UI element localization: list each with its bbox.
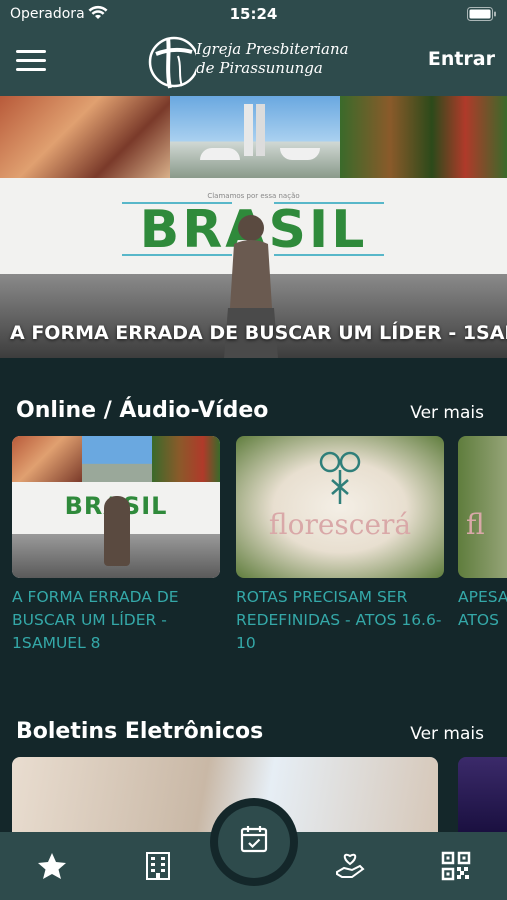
media-card-title: APESA ATOS bbox=[458, 588, 507, 629]
star-icon[interactable] bbox=[36, 850, 68, 882]
indigenous-photo bbox=[152, 436, 220, 482]
bulletin-section-title: Boletins Eletrônicos bbox=[16, 719, 264, 744]
indigenous-photo bbox=[340, 96, 507, 178]
calendar-tab-button[interactable] bbox=[218, 806, 290, 878]
crowd-photo bbox=[0, 96, 170, 178]
calendar-tab-ring bbox=[210, 798, 298, 886]
church-name-line1: Igreja Presbiteriana bbox=[196, 40, 349, 58]
church-emblem-icon bbox=[148, 36, 196, 89]
church-name: Igreja Presbiteriana de Pirassununga bbox=[196, 40, 349, 78]
battery-icon bbox=[467, 7, 496, 21]
bulletin-section-header: Boletins Eletrônicos Ver mais bbox=[16, 719, 496, 749]
media-card-title: ROTAS PRECISAM SER REDEFINIDAS - ATOS 16… bbox=[236, 588, 442, 652]
thumb-word: florescerá bbox=[268, 508, 412, 541]
hero-banner[interactable]: Clamamos por essa nação BRASIL A FORMA E… bbox=[0, 96, 507, 358]
praying-person-silhouette bbox=[104, 496, 130, 566]
crowd-photo bbox=[12, 436, 82, 482]
hero-caption: A FORMA ERRADA DE BUSCAR UM LÍDER - 1SAM… bbox=[10, 322, 507, 344]
media-section-title: Online / Áudio-Vídeo bbox=[16, 398, 269, 423]
app-header: Igreja Presbiteriana de Pirassununga Ent… bbox=[0, 28, 507, 96]
bulletin-see-more-link[interactable]: Ver mais bbox=[410, 724, 484, 744]
calendar-icon bbox=[240, 826, 268, 853]
login-button[interactable]: Entrar bbox=[428, 48, 495, 70]
flower-emblem-icon bbox=[319, 451, 361, 504]
congress-photo bbox=[170, 96, 340, 178]
donate-icon[interactable] bbox=[334, 850, 366, 882]
hero-tagline: Clamamos por essa nação bbox=[207, 192, 300, 200]
qr-code-icon[interactable] bbox=[440, 850, 472, 882]
congress-photo bbox=[82, 436, 152, 482]
media-card-thumbnail: fl bbox=[458, 436, 507, 578]
media-see-more-link[interactable]: Ver mais bbox=[410, 403, 484, 423]
media-card-thumbnail: BRASIL bbox=[12, 436, 220, 578]
status-time: 15:24 bbox=[229, 5, 278, 23]
media-card[interactable]: fl APESA ATOS bbox=[458, 436, 507, 632]
church-logo: Igreja Presbiteriana de Pirassununga bbox=[148, 32, 349, 90]
building-icon[interactable] bbox=[142, 850, 174, 882]
media-card[interactable]: florescerá ROTAS PRECISAM SER REDEFINIDA… bbox=[236, 436, 444, 655]
media-section-header: Online / Áudio-Vídeo Ver mais bbox=[16, 398, 496, 428]
thumb-word: fl bbox=[466, 508, 485, 541]
menu-button[interactable] bbox=[16, 50, 46, 72]
media-card[interactable]: BRASIL A FORMA ERRADA DE BUSCAR UM LÍDER… bbox=[12, 436, 220, 655]
church-name-line2: de Pirassununga bbox=[196, 59, 323, 77]
status-bar: Operadora 15:24 bbox=[0, 0, 507, 28]
bulletin-card[interactable] bbox=[458, 757, 507, 832]
media-card-thumbnail: florescerá bbox=[236, 436, 444, 578]
media-card-title: A FORMA ERRADA DE BUSCAR UM LÍDER - 1SAM… bbox=[12, 588, 179, 652]
